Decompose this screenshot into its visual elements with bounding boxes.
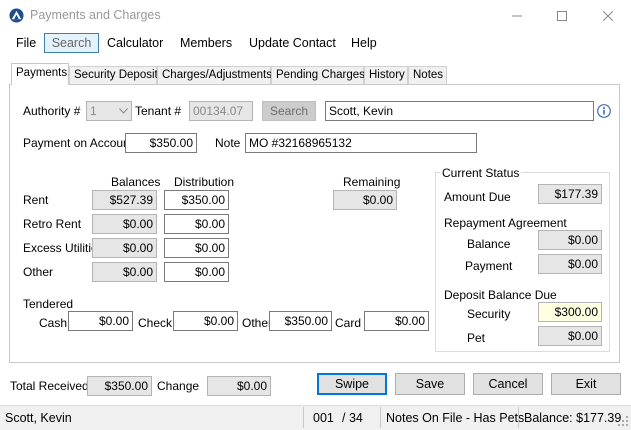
note-label: Note xyxy=(215,136,241,150)
swipe-button[interactable]: Swipe xyxy=(317,373,387,395)
cancel-button[interactable]: Cancel xyxy=(473,373,543,395)
balances-header: Balances xyxy=(111,175,161,189)
retro-rent-balance: $0.00 xyxy=(92,214,157,234)
menu-help[interactable]: Help xyxy=(351,36,377,50)
amount-due-label: Amount Due xyxy=(444,190,511,204)
excess-utilities-balance: $0.00 xyxy=(92,238,157,258)
menu-update-contact[interactable]: Update Contact xyxy=(249,36,336,50)
total-received-label: Total Received xyxy=(10,379,89,393)
exit-button[interactable]: Exit xyxy=(551,373,621,395)
other-balance: $0.00 xyxy=(92,262,157,282)
other-tender-label: Other xyxy=(242,316,273,330)
authority-value: 1 xyxy=(90,104,97,118)
window-title: Payments and Charges xyxy=(30,8,161,22)
app-logo-icon xyxy=(9,8,24,23)
status-tenant-name: Scott, Kevin xyxy=(5,411,72,425)
cash-field[interactable]: $0.00 xyxy=(68,311,133,331)
tab-notes[interactable]: Notes xyxy=(408,66,447,85)
check-label: Check xyxy=(138,316,173,330)
retro-rent-label: Retro Rent xyxy=(23,217,82,231)
menu-search[interactable]: Search xyxy=(44,33,99,53)
status-divider xyxy=(380,407,381,428)
tab-history[interactable]: History xyxy=(364,66,408,85)
tab-charges-adjustments[interactable]: Charges/Adjustments xyxy=(157,66,272,85)
status-record-total: / 34 xyxy=(342,411,363,425)
note-field[interactable]: MO #32168965132 xyxy=(245,133,477,153)
cash-label: Cash xyxy=(39,316,68,330)
repayment-balance-label: Balance xyxy=(467,237,511,251)
menu-file[interactable]: File xyxy=(16,36,36,50)
maximize-icon xyxy=(557,10,567,21)
tenant-label: Tenant # xyxy=(135,104,182,118)
status-divider xyxy=(303,407,304,428)
tab-pending-charges[interactable]: Pending Charges xyxy=(271,66,365,85)
repayment-balance-field: $0.00 xyxy=(538,230,602,250)
other-distribution[interactable]: $0.00 xyxy=(164,262,229,282)
deposit-balance-due-label: Deposit Balance Due xyxy=(444,288,557,302)
menu-members[interactable]: Members xyxy=(180,36,232,50)
save-button[interactable]: Save xyxy=(395,373,465,395)
rent-distribution[interactable]: $350.00 xyxy=(164,190,229,210)
remaining-header: Remaining xyxy=(343,175,401,189)
tab-payments[interactable]: Payments xyxy=(11,63,69,85)
repayment-agreement-label: Repayment Agreement xyxy=(444,216,567,230)
other-tender-field[interactable]: $350.00 xyxy=(269,311,332,331)
rent-balance: $527.39 xyxy=(92,190,157,210)
other-label: Other xyxy=(23,265,54,279)
authority-select[interactable]: 1 xyxy=(86,101,132,121)
pet-field: $0.00 xyxy=(538,326,602,346)
close-icon xyxy=(603,10,613,21)
distribution-header: Distribution xyxy=(174,175,235,189)
tab-security-deposit[interactable]: Security Deposit xyxy=(69,66,158,85)
total-received-field: $350.00 xyxy=(87,376,152,396)
amount-due-field: $177.39 xyxy=(538,184,602,204)
info-icon[interactable] xyxy=(597,104,611,118)
tenant-number-field[interactable]: 00134.07 xyxy=(189,101,253,121)
retro-rent-distribution[interactable]: $0.00 xyxy=(164,214,229,234)
excess-utilities-label: Excess Utilities xyxy=(23,241,92,255)
current-status-title: Current Status xyxy=(440,166,522,180)
menu-calculator[interactable]: Calculator xyxy=(107,36,163,50)
minimize-button[interactable] xyxy=(494,0,540,31)
card-label: Card xyxy=(335,316,362,330)
minimize-icon xyxy=(512,15,522,16)
change-field: $0.00 xyxy=(207,376,271,396)
security-label: Security xyxy=(467,307,511,321)
status-record-number: 001 xyxy=(313,411,334,425)
close-button[interactable] xyxy=(585,0,631,31)
status-divider xyxy=(518,407,519,428)
resize-grip-icon[interactable] xyxy=(618,416,629,427)
excess-utilities-distribution[interactable]: $0.00 xyxy=(164,238,229,258)
repayment-payment-label: Payment xyxy=(465,259,513,273)
tenant-name-field[interactable]: Scott, Kevin xyxy=(325,101,594,121)
status-balance: Balance: $177.39 xyxy=(524,411,622,425)
payment-on-account-label: Payment on Account xyxy=(23,136,134,150)
chevron-down-icon xyxy=(119,108,128,114)
pet-label: Pet xyxy=(467,331,486,345)
tendered-label: Tendered xyxy=(23,297,74,311)
rent-label: Rent xyxy=(23,193,49,207)
tenant-search-button[interactable]: Search xyxy=(262,101,316,121)
authority-label: Authority # xyxy=(23,104,81,118)
check-field[interactable]: $0.00 xyxy=(173,311,238,331)
card-field[interactable]: $0.00 xyxy=(364,311,429,331)
maximize-button[interactable] xyxy=(539,0,585,31)
security-field: $300.00 xyxy=(538,302,602,322)
remaining-field: $0.00 xyxy=(333,190,397,210)
repayment-payment-field: $0.00 xyxy=(538,254,602,274)
change-label: Change xyxy=(157,379,200,393)
status-notes: Notes On File - Has Pets xyxy=(386,411,525,425)
payment-on-account-field[interactable]: $350.00 xyxy=(125,133,197,153)
